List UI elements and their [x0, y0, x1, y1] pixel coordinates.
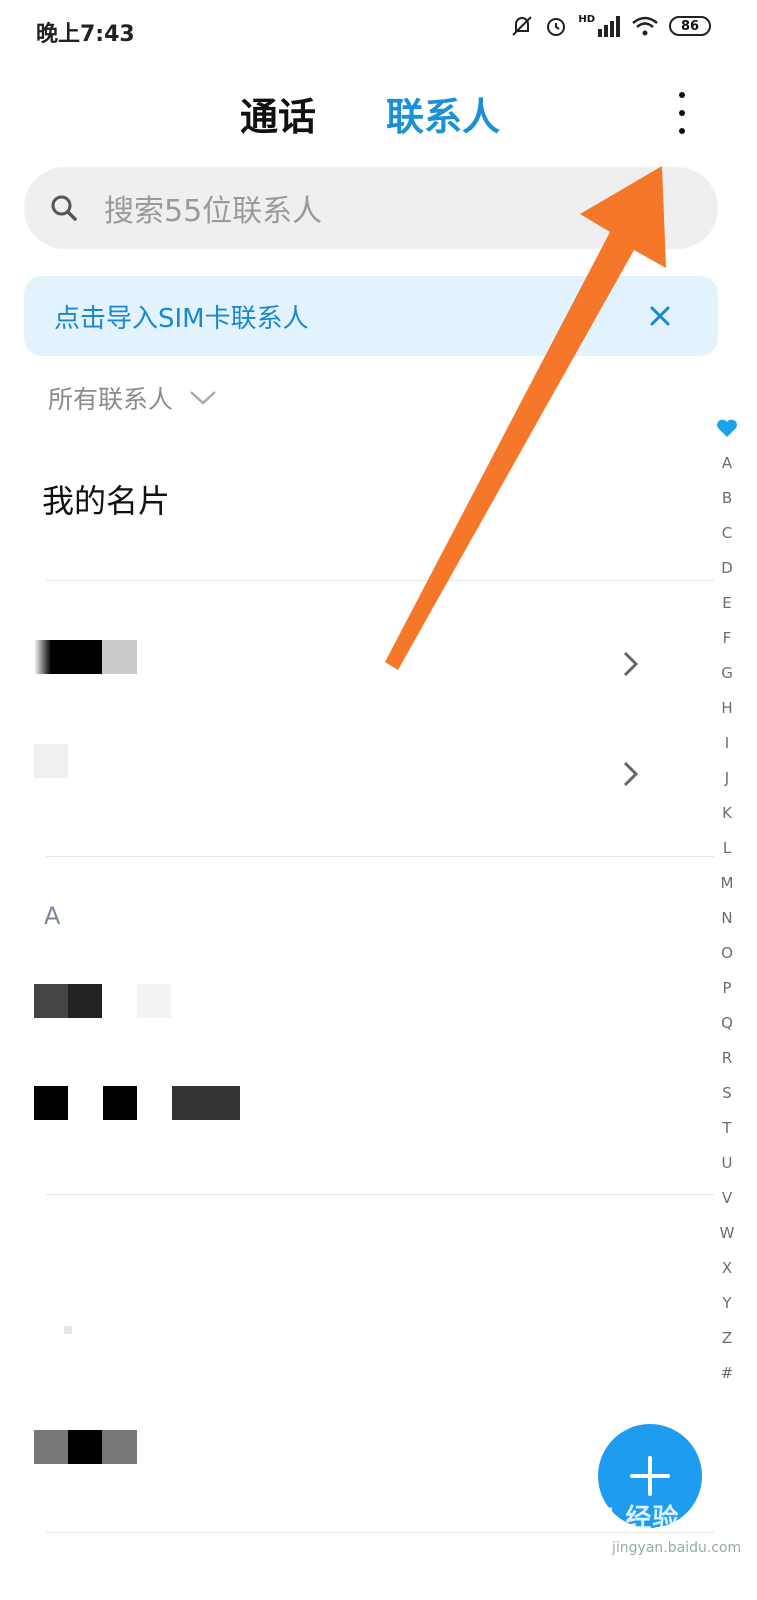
index-letter-i[interactable]: I [712, 734, 742, 752]
index-letter-l[interactable]: L [712, 839, 742, 857]
redacted-text [172, 1086, 240, 1120]
chevron-down-icon [190, 391, 216, 405]
redacted-text [34, 984, 68, 1018]
index-letter-t[interactable]: T [712, 1119, 742, 1137]
chevron-right-icon [623, 651, 639, 677]
group-row[interactable] [0, 620, 700, 710]
index-letter-w[interactable]: W [712, 1224, 742, 1242]
sim-import-banner[interactable]: 点击导入SIM卡联系人 [24, 276, 718, 356]
index-letter-v[interactable]: V [712, 1189, 742, 1207]
battery-indicator: 86 [669, 16, 711, 36]
tab-calls[interactable]: 通话 [240, 86, 316, 141]
index-letter-h[interactable]: H [712, 699, 742, 717]
index-letter-c[interactable]: C [712, 524, 742, 542]
signal-icon [598, 16, 620, 37]
index-letter-s[interactable]: S [712, 1084, 742, 1102]
chevron-right-icon [623, 761, 639, 787]
more-icon [679, 92, 685, 98]
status-time: 晚上7:43 [36, 22, 135, 47]
index-letter-g[interactable]: G [712, 664, 742, 682]
redacted-text [102, 1430, 137, 1464]
search-placeholder: 搜索55位联系人 [104, 194, 323, 229]
index-letter-f[interactable]: F [712, 629, 742, 647]
index-letter-p[interactable]: P [712, 979, 742, 997]
contact-row[interactable] [0, 1068, 700, 1138]
my-card[interactable]: 我的名片 [42, 476, 170, 522]
index-letter-a[interactable]: A [712, 454, 742, 472]
redacted-text [34, 1430, 68, 1464]
redacted-text [103, 1086, 137, 1120]
redacted-text [102, 640, 137, 674]
sim-import-text[interactable]: 点击导入SIM卡联系人 [54, 298, 309, 335]
contact-row[interactable] [0, 1412, 700, 1482]
search-icon [51, 195, 77, 221]
index-letter-k[interactable]: K [712, 804, 742, 822]
index-letter-e[interactable]: E [712, 594, 742, 612]
index-letter-d[interactable]: D [712, 559, 742, 577]
search-bar[interactable]: 搜索55位联系人 [24, 167, 718, 249]
group-row[interactable] [0, 730, 700, 820]
redacted-text [68, 1430, 102, 1464]
network-label: HD [578, 14, 595, 25]
index-letter-o[interactable]: O [712, 944, 742, 962]
more-options-button[interactable] [668, 92, 696, 134]
tab-contacts[interactable]: 联系人 [386, 86, 500, 141]
index-letter-x[interactable]: X [712, 1259, 742, 1277]
mute-icon [512, 16, 533, 36]
contact-row[interactable] [0, 966, 700, 1036]
redacted-text [137, 984, 171, 1018]
index-letter-hash[interactable]: # [712, 1364, 742, 1382]
section-header: A [44, 902, 61, 930]
divider [46, 580, 714, 581]
contacts-filter-dropdown[interactable]: 所有联系人 [48, 380, 217, 416]
divider [46, 856, 714, 857]
watermark-url: jingyan.baidu.com [612, 1540, 742, 1556]
index-letter-q[interactable]: Q [712, 1014, 742, 1032]
more-icon-dot [679, 110, 685, 116]
redacted-text [34, 640, 102, 674]
close-icon[interactable] [644, 300, 676, 332]
heart-icon[interactable] [716, 418, 738, 438]
index-letter-r[interactable]: R [712, 1049, 742, 1067]
index-letter-b[interactable]: B [712, 489, 742, 507]
wifi-icon [632, 16, 658, 36]
index-letter-y[interactable]: Y [712, 1294, 742, 1312]
contact-row[interactable] [0, 1300, 700, 1370]
redacted-text [64, 1326, 72, 1334]
index-letter-n[interactable]: N [712, 909, 742, 927]
index-letter-m[interactable]: M [712, 874, 742, 892]
index-letter-u[interactable]: U [712, 1154, 742, 1172]
more-icon-dot [679, 128, 685, 134]
filter-label: 所有联系人 [48, 385, 174, 414]
index-letter-z[interactable]: Z [712, 1329, 742, 1347]
alarm-icon [547, 18, 566, 36]
watermark-logo: Bai 经验 [566, 1504, 680, 1534]
redacted-text [34, 1086, 68, 1120]
status-icons: HD 86 [510, 14, 711, 38]
divider [46, 1194, 714, 1195]
index-letter-j[interactable]: J [712, 769, 742, 787]
redacted-text [68, 984, 102, 1018]
redacted-text [34, 744, 68, 778]
plus-icon [630, 1456, 670, 1496]
